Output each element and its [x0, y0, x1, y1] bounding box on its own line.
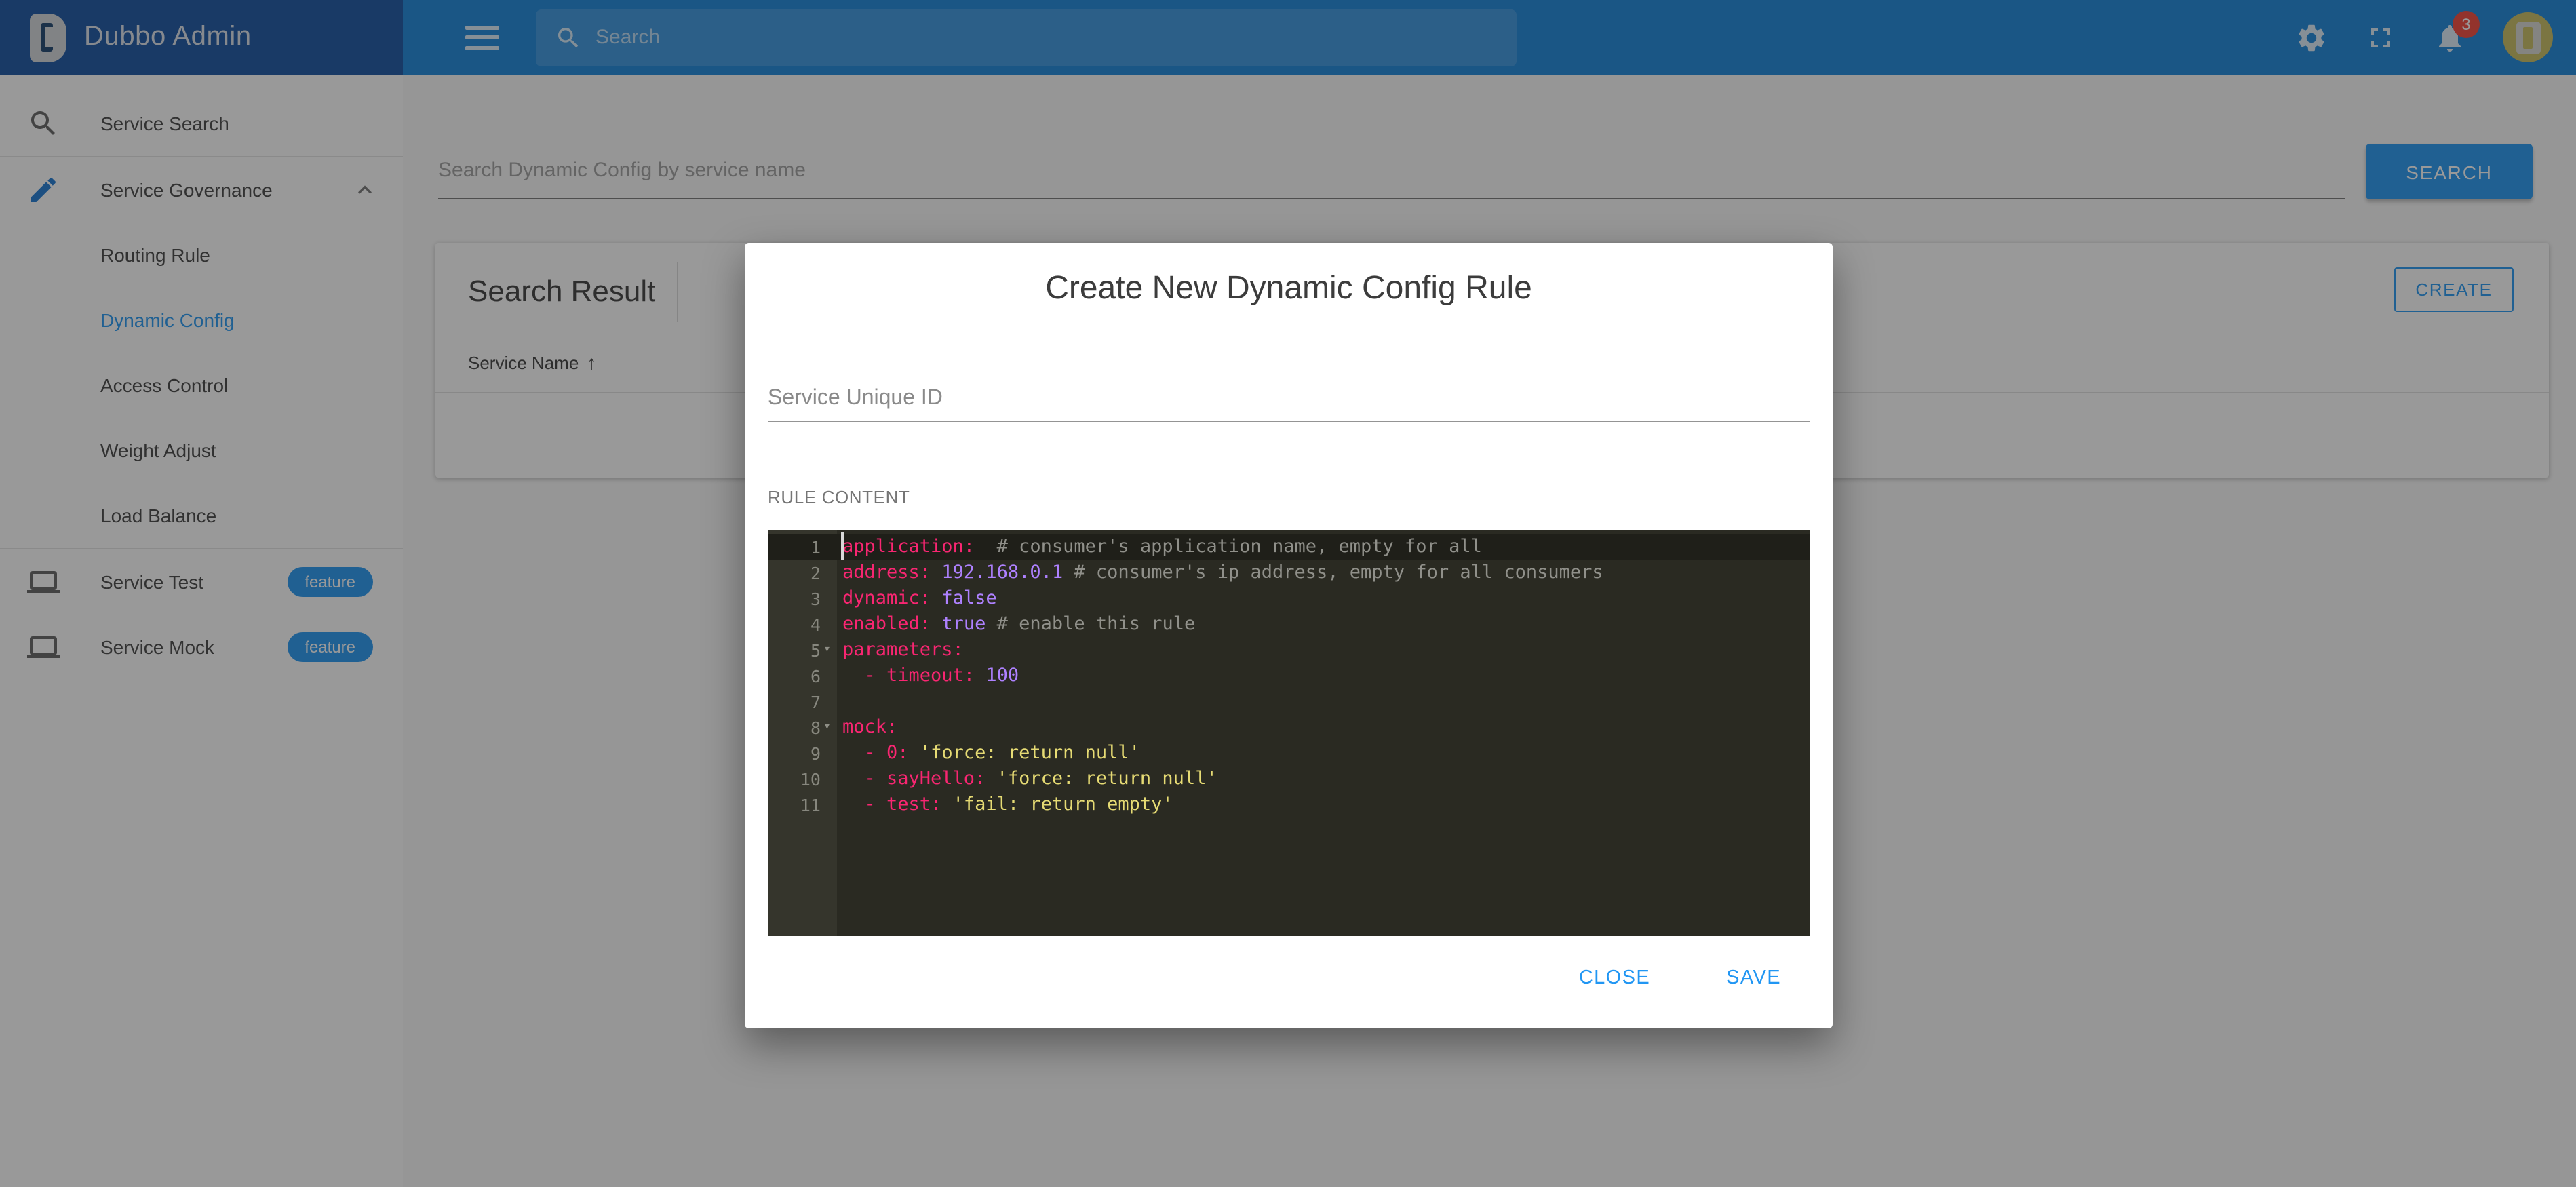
save-button[interactable]: SAVE	[1715, 956, 1792, 1000]
fold-marker-icon[interactable]: ▾	[823, 638, 831, 663]
fold-marker-icon[interactable]: ▾	[823, 715, 831, 741]
code-line: 3 dynamic: false	[768, 586, 1810, 612]
line-number: 1	[768, 534, 821, 560]
line-number: 11	[768, 792, 821, 818]
code-line: 8▾ mock:	[768, 715, 1810, 741]
page: Dubbo Admin 3 Service Search	[0, 0, 2576, 1187]
code-line: 11 - test: 'fail: return empty'	[768, 792, 1810, 818]
line-number: 9	[768, 741, 821, 766]
code-text: application: # consumer's application na…	[842, 534, 1482, 560]
code-line: 2 address: 192.168.0.1 # consumer's ip ad…	[768, 560, 1810, 586]
create-rule-modal: Create New Dynamic Config Rule RULE CONT…	[745, 243, 1833, 1028]
code-text: address: 192.168.0.1 # consumer's ip add…	[842, 560, 1603, 586]
code-text: - timeout: 100	[842, 663, 1019, 689]
code-text: dynamic: false	[842, 586, 997, 612]
rule-content-editor[interactable]: 1 application: # consumer's application n…	[768, 530, 1810, 936]
service-unique-id-field[interactable]	[768, 376, 1810, 422]
modal-actions: CLOSE SAVE	[1568, 956, 1792, 1000]
modal-title: Create New Dynamic Config Rule	[745, 270, 1833, 308]
code-line: 9 - 0: 'force: return null'	[768, 741, 1810, 766]
code-text: mock:	[842, 715, 897, 741]
code-line: 5▾ parameters:	[768, 638, 1810, 663]
code-text: - sayHello: 'force: return null'	[842, 766, 1217, 792]
line-number: 4	[768, 612, 821, 638]
code-text: parameters:	[842, 638, 964, 663]
line-number: 6	[768, 663, 821, 689]
code-line: 4 enabled: true # enable this rule	[768, 612, 1810, 638]
code-line: 6 - timeout: 100	[768, 663, 1810, 689]
code-line: 10 - sayHello: 'force: return null'	[768, 766, 1810, 792]
rule-content-label: RULE CONTENT	[768, 487, 910, 507]
line-number: 8	[768, 715, 821, 741]
text-cursor	[841, 532, 843, 560]
service-unique-id-input[interactable]	[768, 376, 1810, 422]
code-text: enabled: true # enable this rule	[842, 612, 1195, 638]
code-text: - test: 'fail: return empty'	[842, 792, 1173, 818]
line-number: 10	[768, 766, 821, 792]
close-button[interactable]: CLOSE	[1568, 956, 1661, 1000]
code-lines: 1 application: # consumer's application n…	[768, 530, 1810, 818]
code-line: 1 application: # consumer's application n…	[768, 534, 1810, 560]
line-number: 3	[768, 586, 821, 612]
code-line: 7	[768, 689, 1810, 715]
line-number: 7	[768, 689, 821, 715]
line-number: 5	[768, 638, 821, 663]
code-text: - 0: 'force: return null'	[842, 741, 1140, 766]
line-number: 2	[768, 560, 821, 586]
